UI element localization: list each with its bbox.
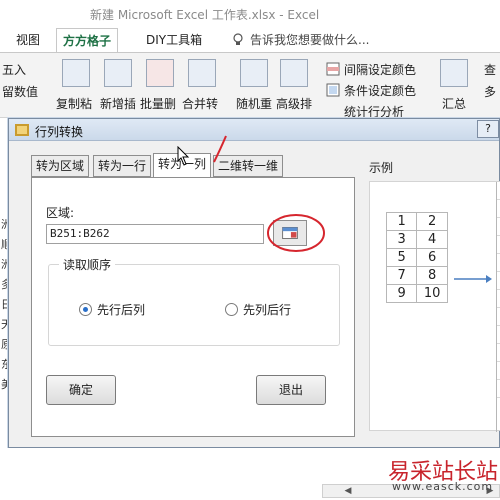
example-cell: 3 (385, 230, 418, 249)
dialog-title-bar[interactable]: 行列转换 ? (9, 119, 499, 141)
tell-me-search[interactable]: 告诉我您想要做什么... (244, 28, 375, 52)
exit-button[interactable]: 退出 (256, 375, 326, 405)
example-cell: 4 (416, 230, 448, 249)
area-input[interactable]: B251:B262 (46, 224, 264, 244)
stat-partial-button[interactable]: 统计行分析 (344, 103, 404, 117)
tab-diy-toolbox[interactable]: DIY工具箱 (140, 28, 208, 52)
copy-paste-icon (62, 59, 90, 87)
tab-to-row[interactable]: 转为一行 (93, 155, 152, 177)
interval-color-button[interactable]: 间隔设定颜色 (344, 61, 416, 78)
merge-convert-icon (188, 59, 216, 87)
example-row: 34 (385, 230, 448, 249)
conditional-color-icon (326, 83, 340, 97)
ok-button[interactable]: 确定 (46, 375, 116, 405)
ribbon-partial-round[interactable]: 五入 (2, 61, 26, 78)
read-order-group: 读取顺序 先行后列 先列后行 (48, 256, 340, 346)
menu-partial-multi[interactable]: 多 (484, 83, 496, 100)
copy-paste-button[interactable]: 复制粘 (56, 95, 92, 112)
new-insert-button[interactable]: 新增插 (100, 95, 136, 112)
excel-window: 新建 Microsoft Excel 工作表.xlsx - Excel 视图 方… (0, 0, 500, 500)
dialog-title: 行列转换 (35, 125, 84, 139)
menu-partial-lookup[interactable]: 查 (484, 61, 496, 78)
example-cell: 10 (416, 284, 448, 303)
grid-color-icon (326, 62, 340, 76)
example-grid: 12 34 56 78 9 10 (385, 212, 448, 303)
row-column-convert-dialog: 行列转换 ? 转为区域 转为一行 转为一列 二维转一维 区域: B251:B26… (8, 118, 500, 448)
lightbulb-icon (233, 33, 243, 45)
insert-icon (104, 59, 132, 87)
example-cell: 5 (385, 248, 418, 267)
example-row: 9 10 (385, 284, 448, 303)
example-panel: 示例 12 34 56 78 9 10 (369, 159, 500, 432)
tab-to-range[interactable]: 转为区域 (31, 155, 90, 177)
arrow-right-icon (454, 275, 492, 283)
option-col-first-label[interactable]: 先列后行 (243, 301, 291, 318)
random-repeat-icon (240, 59, 268, 87)
tab-2d-to-1d[interactable]: 二维转一维 (213, 155, 284, 177)
batch-delete-button[interactable]: 批量删 (140, 95, 176, 112)
advanced-sort-button[interactable]: 高级排 (276, 95, 312, 112)
example-cell: 1 (385, 212, 418, 231)
example-cell: 6 (416, 248, 448, 267)
example-cell: 8 (416, 266, 448, 285)
example-row: 78 (385, 266, 448, 285)
area-label: 区域: (46, 206, 75, 220)
window-title: 新建 Microsoft Excel 工作表.xlsx - Excel (90, 8, 320, 22)
tab-view[interactable]: 视图 (10, 28, 46, 52)
ribbon-body: 五入 留数值 复制粘 新增插 批量删 合并转 随机重 高级排 间隔设定颜色 条件… (0, 52, 500, 118)
dialog-help-button[interactable]: ? (477, 120, 499, 138)
example-row: 56 (385, 248, 448, 267)
radio-row-first[interactable] (79, 303, 92, 316)
title-bar: 新建 Microsoft Excel 工作表.xlsx - Excel (0, 0, 500, 28)
merge-convert-button[interactable]: 合并转 (182, 95, 218, 112)
example-frame: 12 34 56 78 9 10 (369, 181, 500, 432)
example-label: 示例 (369, 161, 394, 175)
to-column-panel: 区域: B251:B262 读取顺序 先行后列 先列后行 确定 退出 (31, 177, 355, 437)
conditional-color-button[interactable]: 条件设定颜色 (344, 82, 416, 99)
radio-col-first[interactable] (225, 303, 238, 316)
watermark-en: www.easck.com (392, 480, 494, 493)
batch-delete-icon (146, 59, 174, 87)
tab-fangfang[interactable]: 方方格子 (56, 28, 119, 52)
radio-selected-dot (83, 307, 88, 312)
example-cell: 7 (385, 266, 418, 285)
range-select-icon (282, 227, 298, 239)
mouse-cursor-icon (177, 146, 190, 166)
summary-button[interactable]: 汇总 (442, 95, 466, 112)
read-order-label: 读取顺序 (59, 256, 116, 273)
example-result-column (496, 182, 500, 432)
example-row: 12 (385, 212, 448, 231)
example-cell: 2 (416, 212, 448, 231)
range-picker-button[interactable] (273, 220, 307, 246)
dialog-app-icon (15, 124, 29, 136)
random-repeat-button[interactable]: 随机重 (236, 95, 272, 112)
summary-icon (440, 59, 468, 87)
example-cell: 9 (385, 284, 418, 303)
ribbon-tabs: 视图 方方格子 DIY工具箱 告诉我您想要做什么... (0, 28, 500, 52)
scroll-left-button[interactable]: ◀ (341, 485, 355, 497)
sort-az-icon (280, 59, 308, 87)
option-row-first-label[interactable]: 先行后列 (97, 301, 145, 318)
ribbon-partial-keep-values[interactable]: 留数值 (2, 83, 38, 100)
